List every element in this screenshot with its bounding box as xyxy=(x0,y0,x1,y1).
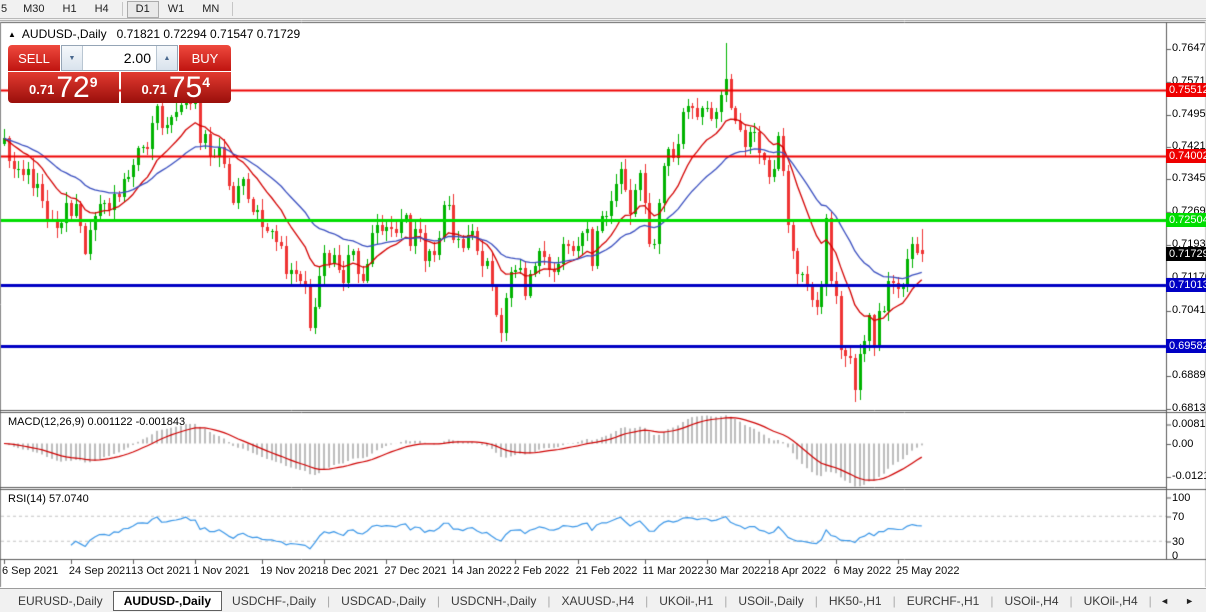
rsi-tick-label: 30 xyxy=(1172,535,1185,548)
collapse-triangle-icon: ▲ xyxy=(8,29,16,39)
chart-title: ▲ AUDUSD-,Daily 0.71821 0.72294 0.71547 … xyxy=(8,27,300,41)
timeframe-button-h1[interactable]: H1 xyxy=(54,1,86,18)
sell-price-big: 72 xyxy=(56,71,90,104)
buy-button[interactable]: BUY xyxy=(179,45,231,71)
price-tick-label: 0.70410 xyxy=(1172,303,1206,316)
timeframe-button-mn[interactable]: MN xyxy=(193,1,228,18)
chart-tab-bar: EURUSD-,Daily AUDUSD-,Daily USDCHF-,Daily |… xyxy=(0,588,1206,612)
buy-price-prefix: 0.71 xyxy=(141,82,167,97)
price-tick-label: 0.76470 xyxy=(1172,42,1206,54)
date-tick-label: 13 Oct 2021 xyxy=(131,565,191,577)
tab-usdcad-daily[interactable]: USDCAD-,Daily xyxy=(331,591,436,611)
tab-scroll-arrows: ◄ ► xyxy=(1160,596,1206,606)
price-tick-label: 0.73450 xyxy=(1172,172,1206,185)
timeframe-button-5[interactable]: 5 xyxy=(0,1,14,18)
price-level-badge: 0.71729 xyxy=(1166,246,1206,261)
price-tick-label: 0.68130 xyxy=(1172,402,1206,414)
volume-spinner: ▼ 2.00 ▲ xyxy=(61,45,178,71)
price-level-badge: 0.72504 xyxy=(1166,213,1206,228)
price-level-badge: 0.74002 xyxy=(1166,148,1206,163)
volume-input[interactable]: 2.00 xyxy=(83,46,156,70)
tab-xauusd-h4[interactable]: XAUUSD-,H4 xyxy=(551,591,644,611)
macd-indicator-label: MACD(12,26,9) 0.001122 -0.001843 xyxy=(8,416,185,428)
date-tick-label: 14 Jan 2022 xyxy=(451,565,512,577)
volume-decrease-button[interactable]: ▼ xyxy=(62,46,83,70)
toolbar-separator xyxy=(121,2,123,16)
tab-usdcnh-daily[interactable]: USDCNH-,Daily xyxy=(441,591,546,611)
tab-usdchf-daily[interactable]: USDCHF-,Daily xyxy=(222,591,326,611)
timeframe-button-m30[interactable]: M30 xyxy=(14,1,53,18)
tabs-scroll-left-icon[interactable]: ◄ xyxy=(1160,596,1169,606)
date-tick-label: 6 Sep 2021 xyxy=(2,565,59,577)
rsi-tick-label: 0 xyxy=(1172,550,1179,562)
tab-divider: | xyxy=(1148,593,1152,608)
sell-price-sup: 9 xyxy=(89,74,98,90)
one-click-trading-panel: SELL ▼ 2.00 ▲ BUY 0.71 72 9 0.71 75 4 xyxy=(8,45,231,103)
tabs-scroll-right-icon[interactable]: ► xyxy=(1185,596,1194,606)
date-tick-label: 19 Nov 2021 xyxy=(260,565,323,577)
tab-ukoil-h4[interactable]: UKOil-,H4 xyxy=(1074,591,1148,611)
timeframe-toolbar: 5 M30 H1 H4 D1 W1 MN xyxy=(0,0,1206,19)
macd-tick-label: -0.01212 xyxy=(1172,470,1206,482)
rsi-indicator-label: RSI(14) 57.0740 xyxy=(8,493,89,505)
date-tick-label: 8 Dec 2021 xyxy=(322,565,379,577)
date-tick-label: 21 Feb 2022 xyxy=(575,565,638,577)
macd-tick-label: 0.00 xyxy=(1172,437,1194,450)
tab-eurchf-h1[interactable]: EURCHF-,H1 xyxy=(897,591,990,611)
chart-ohlc-values: 0.71821 0.72294 0.71547 0.71729 xyxy=(116,27,301,41)
rsi-tick-label: 100 xyxy=(1172,492,1191,504)
macd-values: 0.001122 -0.001843 xyxy=(87,416,186,428)
date-tick-label: 6 May 2022 xyxy=(833,565,892,577)
sell-price-prefix: 0.71 xyxy=(29,82,55,97)
macd-tick-label: 0.008197 xyxy=(1172,418,1206,430)
tab-audusd-daily[interactable]: AUDUSD-,Daily xyxy=(112,590,223,611)
price-tick-label: 0.74950 xyxy=(1172,107,1206,120)
date-tick-label: 1 Nov 2021 xyxy=(193,565,250,577)
price-level-badge: 0.71013 xyxy=(1166,277,1206,292)
price-level-badge: 0.69582 xyxy=(1166,339,1206,354)
tab-eurusd-daily[interactable]: EURUSD-,Daily xyxy=(8,591,113,611)
chart-symbol-period: AUDUSD-,Daily xyxy=(21,27,107,41)
macd-name: MACD(12,26,9) xyxy=(8,416,85,428)
rsi-name: RSI(14) xyxy=(8,493,46,505)
tab-usoil-h4[interactable]: USOil-,H4 xyxy=(994,591,1068,611)
timeframe-button-d1[interactable]: D1 xyxy=(126,0,159,18)
timeframe-button-w1[interactable]: W1 xyxy=(159,1,194,18)
buy-price-big: 75 xyxy=(168,71,203,104)
sell-button[interactable]: SELL xyxy=(8,45,60,71)
price-level-badge: 0.75512 xyxy=(1166,83,1206,98)
timeframe-button-h4[interactable]: H4 xyxy=(86,1,118,18)
rsi-tick-label: 70 xyxy=(1172,510,1185,523)
date-tick-label: 24 Sep 2021 xyxy=(68,565,132,577)
chevron-up-icon: ▲ xyxy=(163,54,171,62)
tab-usoil-daily[interactable]: USOil-,Daily xyxy=(728,591,813,611)
sell-price-display[interactable]: 0.71 72 9 xyxy=(8,72,119,103)
rsi-value: 57.0740 xyxy=(48,493,89,505)
date-tick-label: 27 Dec 2021 xyxy=(384,565,447,577)
date-tick-label: 30 Mar 2022 xyxy=(704,565,767,577)
chevron-down-icon: ▼ xyxy=(68,54,76,62)
date-tick-label: 18 Apr 2022 xyxy=(766,565,827,577)
buy-price-display[interactable]: 0.71 75 4 xyxy=(120,71,231,104)
volume-increase-button[interactable]: ▲ xyxy=(156,46,177,70)
buy-price-sup: 4 xyxy=(202,74,210,90)
tab-hk50-h1[interactable]: HK50-,H1 xyxy=(819,591,892,611)
price-tick-label: 0.68890 xyxy=(1172,369,1206,382)
date-tick-label: 11 Mar 2022 xyxy=(642,565,704,577)
tab-ukoil-h1[interactable]: UKOil-,H1 xyxy=(649,591,723,611)
date-tick-label: 25 May 2022 xyxy=(895,565,960,577)
toolbar-separator xyxy=(232,2,234,16)
date-tick-label: 2 Feb 2022 xyxy=(513,565,570,577)
